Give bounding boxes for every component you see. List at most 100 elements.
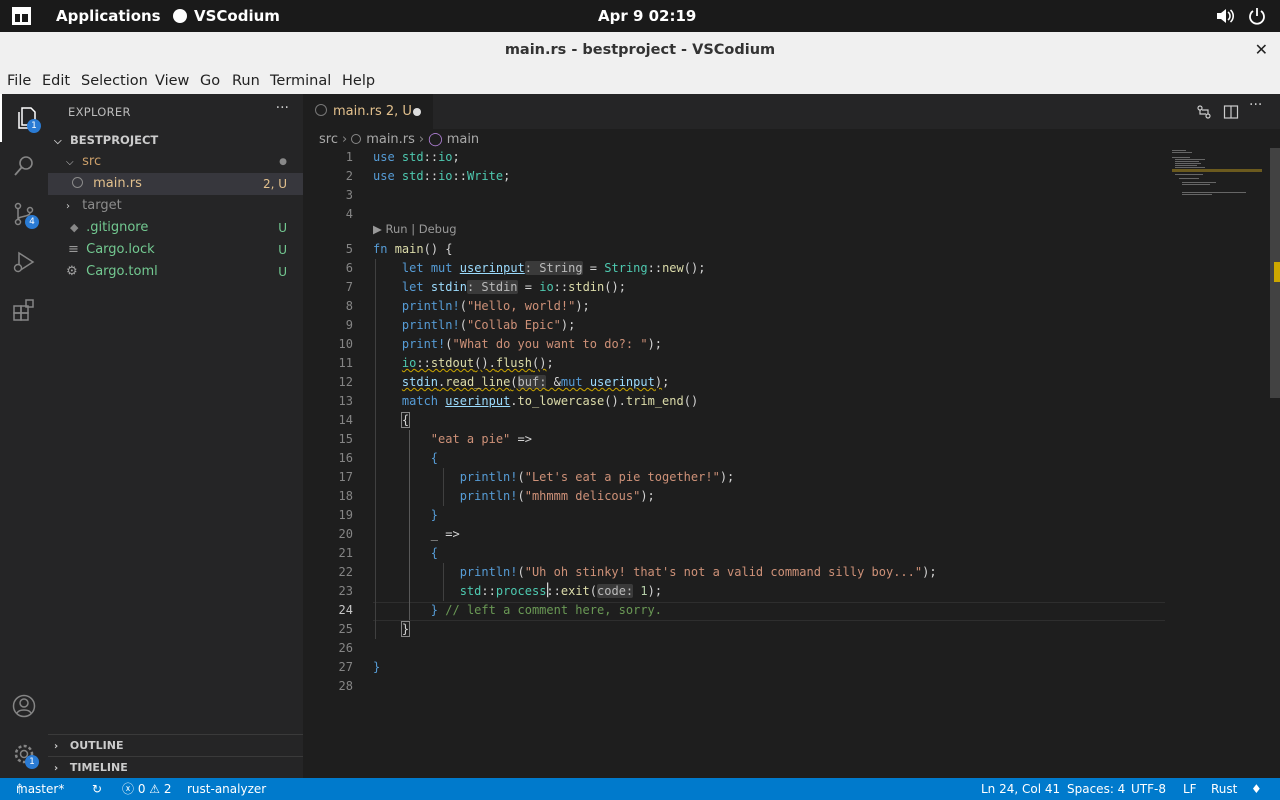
line-number: 9 (345, 318, 353, 332)
editor-tabs: main.rs 2, U ··· (303, 94, 1280, 129)
breadcrumb-file[interactable]: main.rs (366, 132, 415, 147)
timeline-section[interactable]: › TIMELINE (48, 756, 303, 778)
cursor-position[interactable]: Ln 24, Col 41 (981, 778, 1060, 800)
split-editor-icon[interactable] (1223, 104, 1239, 120)
chevron-right-icon: › (341, 132, 348, 147)
window-title-bar: main.rs - bestproject - VSCodium ✕ (0, 32, 1280, 68)
code-line-5: fn main() { (373, 242, 453, 256)
explorer-badge: 1 (27, 119, 41, 133)
rust-file-icon (351, 134, 362, 144)
line-number: 27 (338, 660, 353, 674)
tree-item-src[interactable]: ⌵ src ● (48, 151, 303, 173)
line-number: 5 (345, 242, 353, 256)
activity-manage[interactable]: 1 (0, 730, 48, 778)
sync-icon[interactable]: ↻ (92, 778, 102, 800)
activity-explorer[interactable]: 1 (0, 94, 48, 142)
tree-item-target[interactable]: › target (48, 195, 303, 217)
open-changes-icon[interactable] (1196, 104, 1212, 120)
menu-help[interactable]: Help (342, 73, 375, 89)
chevron-right-icon: › (54, 741, 59, 752)
run-debug-icon (13, 251, 35, 273)
code-line-22: println!("Uh oh stinky! that's not a val… (459, 565, 937, 579)
more-actions-icon[interactable]: ··· (1249, 97, 1265, 113)
line-number: 18 (338, 489, 353, 503)
tree-item-main-rs[interactable]: main.rs 2, U (48, 173, 303, 195)
line-number: 4 (345, 207, 353, 221)
line-number: 19 (338, 508, 353, 522)
line-number: 10 (338, 337, 353, 351)
line-number: 15 (338, 432, 353, 446)
line-number: 16 (338, 451, 353, 465)
code-line-2: use std::io::Write; (373, 169, 511, 183)
breadcrumb-symbol[interactable]: main (447, 132, 479, 147)
tab-main-rs[interactable]: main.rs 2, U (303, 94, 433, 129)
code-line-12: stdin.read_line(buf: &mut userinput); (401, 375, 670, 389)
power-icon[interactable] (1248, 7, 1266, 25)
code-line-15: "eat a pie" => (430, 432, 532, 446)
breadcrumb: src › main.rs › ◯ main (319, 132, 479, 147)
menu-go[interactable]: Go (200, 73, 220, 89)
code-line-11: io::stdout().flush(); (401, 356, 554, 370)
tree-item-cargo-lock[interactable]: ≡ Cargo.lock U (48, 239, 303, 261)
tree-item-cargo-toml[interactable]: ⚙ Cargo.toml U (48, 261, 303, 283)
code-line-7: let stdin: Stdin = io::stdin(); (401, 280, 626, 294)
code-line-21: { (430, 546, 439, 560)
code-line-14: { (400, 412, 411, 428)
menu-view[interactable]: View (155, 73, 189, 89)
tree-item-gitignore[interactable]: ◆ .gitignore U (48, 217, 303, 239)
menu-terminal[interactable]: Terminal (270, 73, 331, 89)
line-number: 6 (345, 261, 353, 275)
encoding[interactable]: UTF-8 (1131, 778, 1166, 800)
line-number: 3 (345, 188, 353, 202)
menu-run[interactable]: Run (232, 73, 260, 89)
gitignore-file-icon: ◆ (70, 221, 79, 234)
activity-accounts[interactable] (0, 682, 48, 730)
applications-menu[interactable]: Applications (56, 7, 161, 25)
account-icon (12, 694, 36, 718)
menu-edit[interactable]: Edit (42, 73, 70, 89)
indentation[interactable]: Spaces: 4 (1067, 778, 1125, 800)
activity-search[interactable] (0, 142, 48, 190)
function-symbol-icon: ◯ (428, 132, 443, 147)
codelens-run-debug[interactable]: ▶ Run | Debug (373, 222, 457, 236)
tab-label: main.rs 2, U (333, 104, 412, 119)
more-actions-icon[interactable]: ··· (276, 100, 289, 116)
language-mode[interactable]: Rust (1211, 778, 1237, 800)
line-number: 8 (345, 299, 353, 313)
unsaved-dot-icon[interactable] (413, 108, 421, 116)
activity-bar: 1 4 1 (0, 94, 48, 778)
line-number: 22 (338, 565, 353, 579)
clock[interactable]: Apr 9 02:19 (598, 7, 696, 25)
end-of-line[interactable]: LF (1183, 778, 1197, 800)
notifications-bell-icon[interactable]: ♦ (1251, 778, 1262, 800)
activity-run-debug[interactable] (0, 238, 48, 286)
code-line-23: std::process::exit(code: 1); (459, 584, 663, 598)
active-app-label[interactable]: VSCodium (194, 7, 280, 25)
vertical-scrollbar[interactable] (1270, 148, 1280, 778)
applications-icon[interactable] (12, 7, 31, 25)
activity-extensions[interactable] (0, 286, 48, 334)
code-line-9: println!("Collab Epic"); (401, 318, 576, 332)
menu-file[interactable]: File (7, 73, 31, 89)
code-line-8: println!("Hello, world!"); (401, 299, 590, 313)
menu-selection[interactable]: Selection (81, 73, 148, 89)
volume-icon[interactable] (1216, 8, 1234, 24)
line-number: 20 (338, 527, 353, 541)
outline-section[interactable]: › OUTLINE (48, 734, 303, 756)
lsp-status[interactable]: rust-analyzer (187, 778, 266, 800)
file-status: U (278, 265, 287, 279)
modified-dot: ● (279, 157, 287, 167)
minimap[interactable] (1170, 148, 1270, 298)
chevron-right-icon: › (66, 201, 70, 212)
line-number: 14 (338, 413, 353, 427)
line-number: 11 (338, 356, 353, 370)
close-window-button[interactable]: ✕ (1255, 32, 1268, 68)
breadcrumb-folder[interactable]: src (319, 132, 338, 147)
project-folder[interactable]: ⌵ BESTPROJECT (48, 129, 303, 151)
status-bar: ᛏ master* ↻ ⓧ 0 ⚠ 2 rust-analyzer Ln 24,… (0, 778, 1280, 800)
system-top-bar: Applications VSCodium Apr 9 02:19 (0, 0, 1280, 32)
chevron-right-icon: › (418, 132, 425, 147)
problems-status[interactable]: ⓧ 0 ⚠ 2 (122, 778, 171, 800)
settings-badge: 1 (25, 755, 39, 769)
activity-source-control[interactable]: 4 (0, 190, 48, 238)
